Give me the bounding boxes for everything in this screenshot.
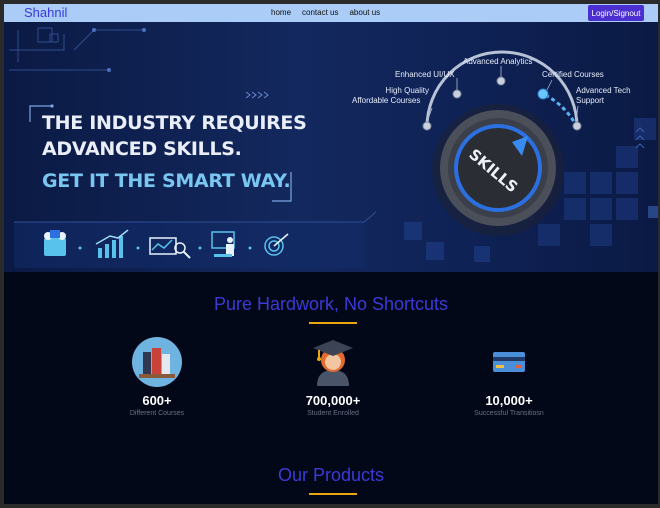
skill-advanced-analytics: Advanced Analytics: [463, 57, 533, 66]
skill-affordable-courses: Affordable Courses: [352, 96, 421, 105]
stat-value-courses: 600+: [142, 393, 172, 408]
analytics-magnifier-icon: [149, 237, 191, 259]
hero-icon-strip: [44, 229, 289, 259]
skill-advanced-tech-line2: Support: [576, 96, 605, 105]
navbar: Shahnil home contact us about us Login/S…: [4, 4, 658, 22]
products-title-underline: [309, 493, 357, 495]
stat-label-transitions: Successful Transitiosn: [474, 410, 544, 417]
stat-label-students: Student Enrolled: [307, 410, 359, 417]
stats-title-underline: [309, 322, 357, 324]
target-icon: [264, 233, 289, 256]
brand-logo[interactable]: Shahnil: [24, 5, 67, 20]
stat-label-courses: Different Courses: [129, 410, 185, 417]
presenter-icon: [211, 231, 235, 257]
login-button[interactable]: Login/Signout: [588, 5, 644, 21]
nav-link-contact[interactable]: contact us: [302, 8, 338, 17]
skill-enhanced-ui: Enhanced UI/UX: [395, 70, 455, 79]
skill-high-quality: High Quality: [385, 86, 429, 95]
stat-courses: 600+ Different Courses: [97, 336, 217, 417]
skill-advanced-tech: Advanced Tech Support: [576, 86, 646, 106]
credit-card-icon: [493, 352, 525, 372]
page: Shahnil home contact us about us Login/S…: [4, 4, 658, 504]
stat-value-students: 700,000+: [305, 393, 361, 408]
stat-transitions: 10,000+ Successful Transitiosn: [449, 336, 569, 417]
graduate-icon: [313, 340, 353, 386]
stats-section-title: Pure Hardwork, No Shortcuts: [213, 294, 449, 314]
skill-certified-courses: Certified Courses: [542, 70, 604, 79]
nav-link-home[interactable]: home: [271, 8, 291, 17]
books-icon: [132, 337, 182, 387]
stat-students: 700,000+ Student Enrolled: [273, 336, 393, 417]
stat-value-transitions: 10,000+: [485, 393, 533, 408]
hero-banner: THE INDUSTRY REQUIRES ADVANCED SKILLS. G…: [4, 22, 658, 272]
team-icon: [44, 230, 66, 256]
nav-links: home contact us about us: [271, 8, 380, 17]
nav-link-about[interactable]: about us: [349, 8, 380, 17]
skill-advanced-tech-line1: Advanced Tech: [576, 86, 631, 95]
growth-chart-icon: [95, 229, 129, 258]
products-section-title: Our Products: [277, 465, 385, 485]
